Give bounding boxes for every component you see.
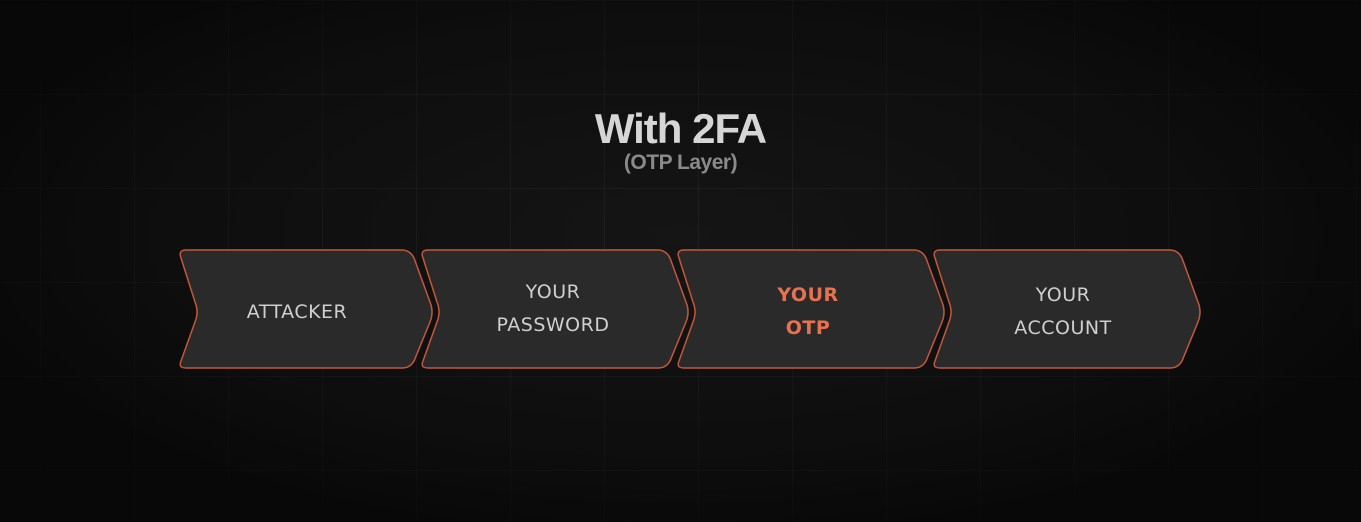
flow-diagram — [179, 249, 1201, 369]
step-label-attacker: ATTACKER — [182, 296, 412, 329]
step-label-account: YOUR ACCOUNT — [948, 279, 1178, 345]
step-label-otp: YOUR OTP — [693, 279, 923, 345]
step-label-line: YOUR — [1035, 284, 1091, 306]
step-label-line: OTP — [785, 317, 831, 339]
step-label-line: PASSWORD — [496, 314, 610, 336]
step-label-line: YOUR — [777, 284, 839, 306]
step-label-line: ATTACKER — [246, 301, 348, 323]
step-label-line: ACCOUNT — [1014, 317, 1112, 339]
step-label-password: YOUR PASSWORD — [438, 276, 668, 342]
step-label-line: YOUR — [525, 281, 581, 303]
